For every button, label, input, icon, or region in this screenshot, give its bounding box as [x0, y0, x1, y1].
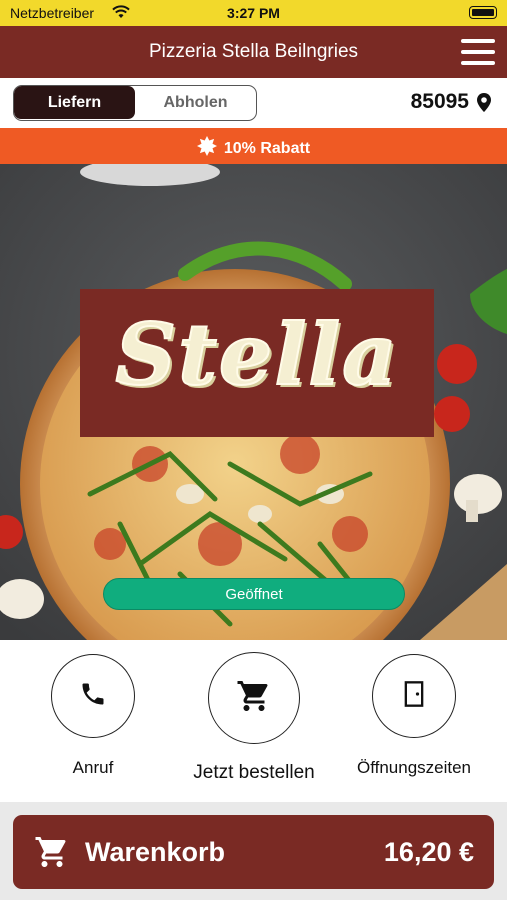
order-now-button[interactable]: [208, 652, 300, 744]
logo-text: Stella: [114, 304, 399, 405]
phone-icon: [79, 680, 107, 713]
restaurant-logo: Stella: [80, 289, 434, 437]
call-label: Anruf: [72, 758, 114, 777]
call-action[interactable]: Anruf: [51, 654, 135, 778]
call-button[interactable]: [51, 654, 135, 738]
discount-badge-icon: [196, 136, 217, 161]
clock: 3:27 PM: [227, 5, 280, 21]
door-icon: [402, 680, 426, 713]
restaurant-title: Pizzeria Stella Beilngries: [148, 41, 359, 62]
pickup-option[interactable]: Abholen: [135, 86, 256, 119]
cart-icon: [33, 834, 71, 875]
open-status-badge: Geöffnet: [103, 578, 405, 610]
cart-total: 16,20 €: [383, 837, 474, 867]
cart-footer: Warenkorb 16,20 €: [0, 802, 507, 900]
cart-label: Warenkorb: [85, 837, 226, 867]
order-now-label: Jetzt bestellen: [193, 762, 315, 783]
hamburger-menu-icon[interactable]: [461, 39, 495, 65]
location-pin-icon[interactable]: [476, 92, 492, 118]
opening-hours-action[interactable]: Öffnungszeiten: [350, 654, 478, 778]
opening-hours-label: Öffnungszeiten: [356, 758, 472, 777]
status-bar: Netzbetreiber 3:27 PM: [0, 0, 507, 26]
discount-banner[interactable]: 10% Rabatt: [0, 128, 507, 164]
order-mode-bar: Liefern Abholen 85095: [0, 78, 507, 128]
cart-button[interactable]: Warenkorb 16,20 €: [13, 815, 494, 889]
delivery-option[interactable]: Liefern: [14, 86, 135, 119]
order-mode-toggle: Liefern Abholen: [13, 85, 257, 121]
app-header: Pizzeria Stella Beilngries: [0, 26, 507, 78]
cart-icon: [236, 678, 272, 719]
order-now-action[interactable]: Jetzt bestellen: [184, 652, 324, 784]
battery-icon: [469, 6, 497, 19]
quick-actions: Anruf Jetzt bestellen Öffnungszeiten: [0, 640, 507, 802]
discount-text: 10% Rabatt: [223, 139, 311, 157]
zip-code[interactable]: 85095: [411, 90, 469, 114]
opening-hours-button[interactable]: [372, 654, 456, 738]
